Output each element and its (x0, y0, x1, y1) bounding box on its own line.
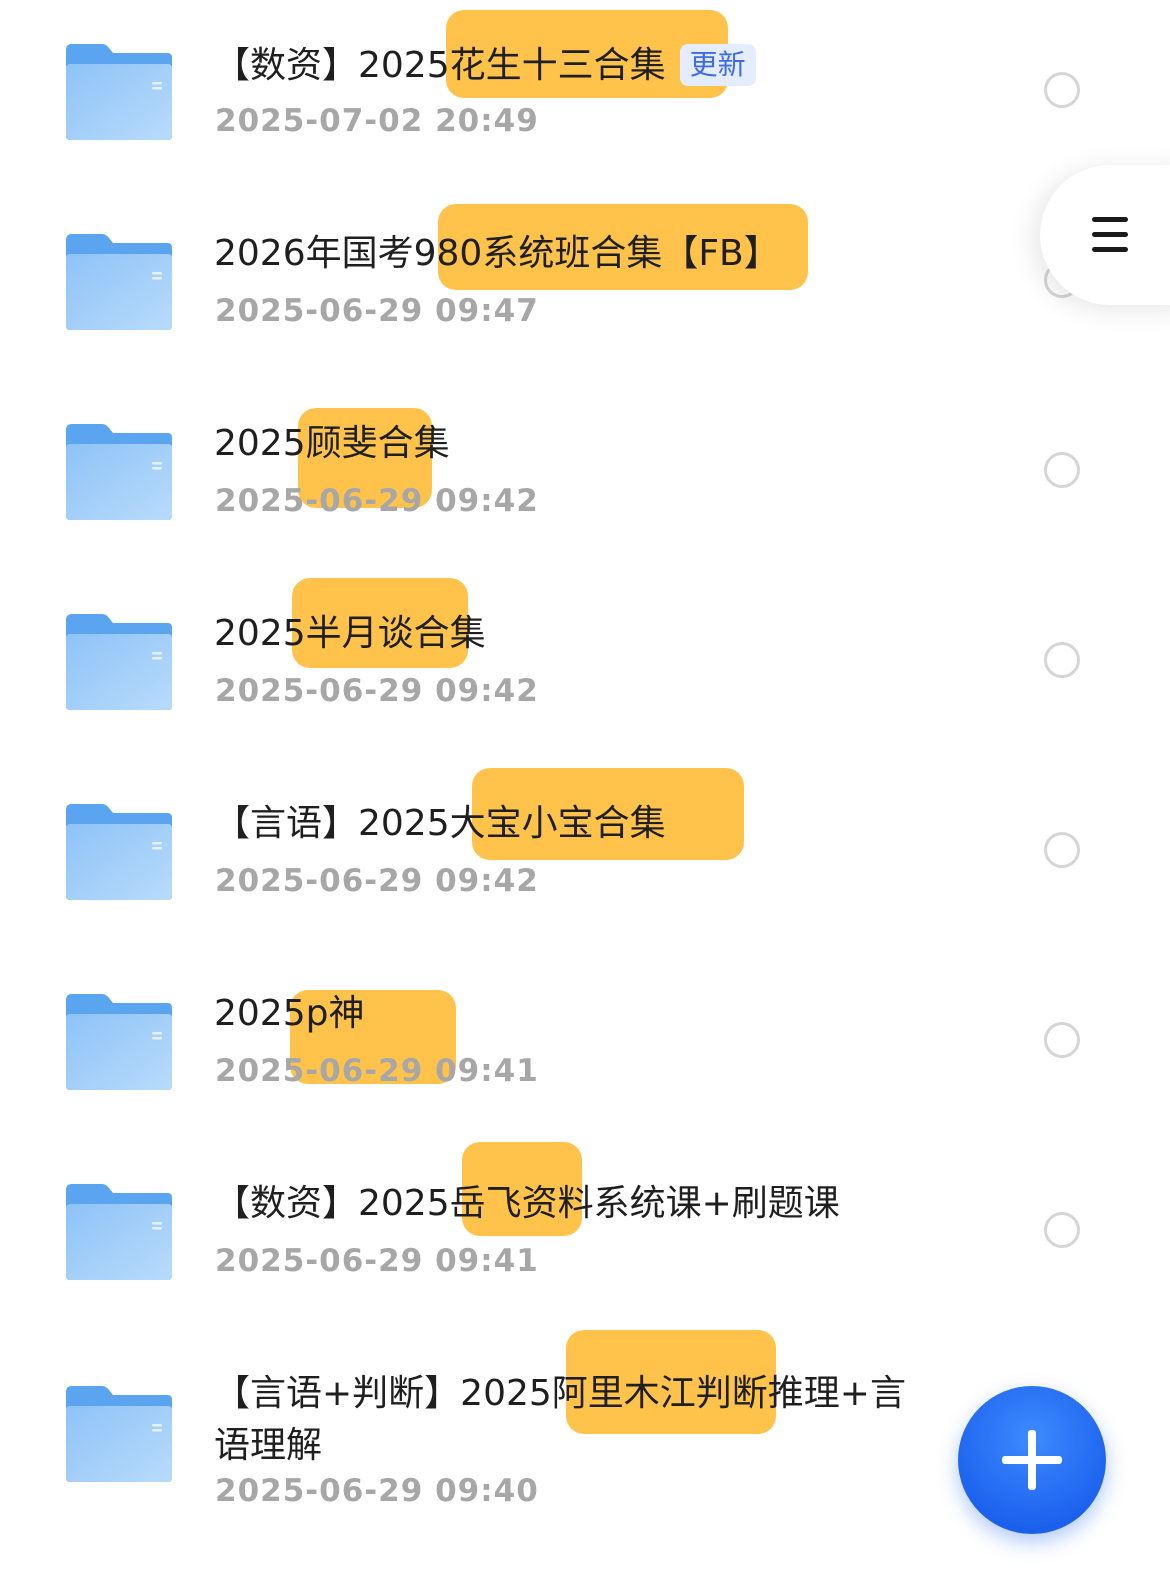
file-row[interactable]: 【言语+判断】2025阿里木江判断推理+言语理解 2025-06-29 09:4… (0, 1330, 1000, 1560)
radio-circle-icon[interactable] (1044, 642, 1080, 678)
file-date: 2025-06-29 09:42 (215, 863, 539, 899)
file-date: 2025-06-29 09:42 (215, 673, 539, 709)
add-button[interactable] (958, 1386, 1106, 1534)
radio-circle-icon[interactable] (1044, 1022, 1080, 1058)
hamburger-menu-icon[interactable] (1092, 217, 1128, 253)
file-name: 2025半月谈合集 (214, 613, 486, 654)
file-row[interactable]: 2025p神 2025-06-29 09:41 (0, 970, 1080, 1120)
file-date: 2025-06-29 09:47 (215, 293, 539, 329)
file-name: 2025顾斐合集 (214, 423, 450, 464)
radio-circle-icon[interactable] (1044, 832, 1080, 868)
folder-icon (64, 1182, 174, 1282)
file-row[interactable]: 【言语】2025大宝小宝合集 2025-06-29 09:42 (0, 768, 1080, 930)
file-row[interactable]: 2025顾斐合集 2025-06-29 09:42 (0, 400, 1080, 550)
file-name-text: 【数资】2025花生十三合集 (214, 45, 666, 86)
file-row[interactable]: 【数资】2025岳飞资料系统课+刷题课 2025-06-29 09:41 (0, 1142, 1080, 1310)
file-date: 2025-07-02 20:49 (215, 103, 539, 139)
file-name: 【言语】2025大宝小宝合集 (214, 803, 666, 844)
file-name: 【数资】2025花生十三合集 更新 (214, 44, 756, 86)
radio-circle-icon[interactable] (1044, 452, 1080, 488)
folder-icon (64, 422, 174, 522)
folder-icon (64, 42, 174, 142)
file-name: 【数资】2025岳飞资料系统课+刷题课 (214, 1183, 840, 1224)
update-badge: 更新 (679, 44, 756, 86)
file-list: 【数资】2025花生十三合集 更新 2025-07-02 20:49 2026年国… (0, 0, 1170, 1586)
file-date: 2025-06-29 09:41 (215, 1053, 539, 1089)
file-row[interactable]: 【数资】2025花生十三合集 更新 2025-07-02 20:49 (0, 10, 1080, 170)
plus-icon (1002, 1430, 1062, 1490)
file-date: 2025-06-29 09:40 (215, 1473, 539, 1509)
folder-icon (64, 232, 174, 332)
file-name: 2025p神 (214, 993, 365, 1034)
radio-circle-icon[interactable] (1044, 1212, 1080, 1248)
folder-icon (64, 612, 174, 712)
file-name: 2026年国考980系统班合集【FB】 (214, 233, 780, 274)
side-menu-tab[interactable] (1040, 165, 1170, 305)
file-row[interactable]: 2025半月谈合集 2025-06-29 09:42 (0, 578, 1080, 740)
folder-icon (64, 1384, 174, 1484)
file-date: 2025-06-29 09:42 (215, 483, 539, 519)
folder-icon (64, 802, 174, 902)
radio-circle-icon[interactable] (1044, 72, 1080, 108)
file-date: 2025-06-29 09:41 (215, 1243, 539, 1279)
file-row[interactable]: 2026年国考980系统班合集【FB】 2025-06-29 09:47 (0, 204, 1080, 360)
folder-icon (64, 992, 174, 1092)
file-name: 【言语+判断】2025阿里木江判断推理+言语理解 (214, 1373, 906, 1466)
